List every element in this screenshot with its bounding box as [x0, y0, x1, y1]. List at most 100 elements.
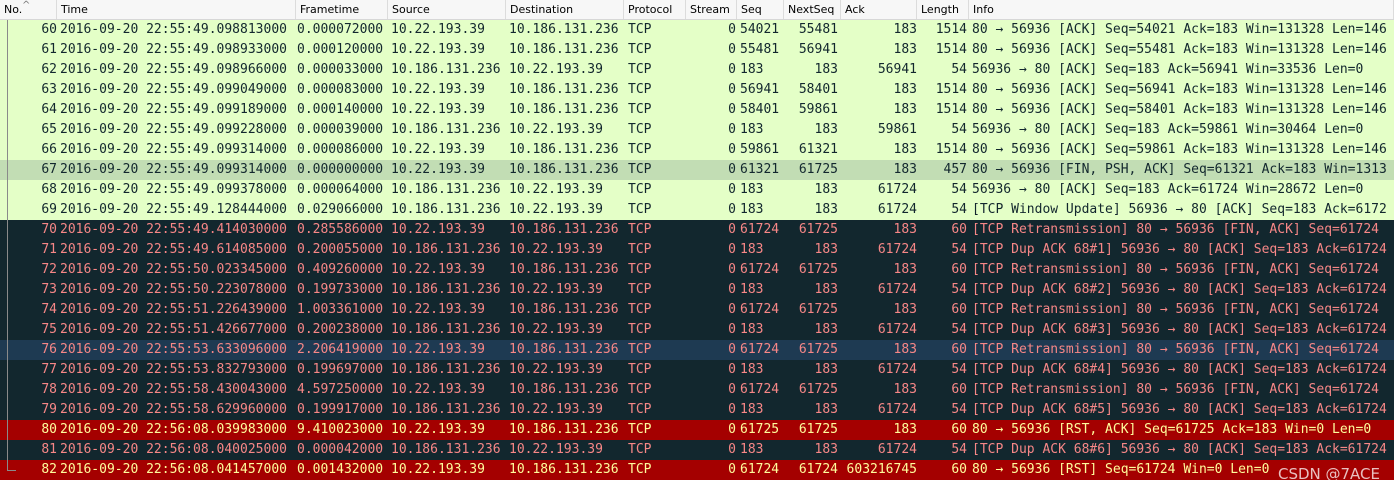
- cell-frametime: 0.000072000: [297, 22, 384, 37]
- cell-time: 2016-09-20 22:55:49.099314000: [60, 162, 287, 177]
- packet-row[interactable]: 67 2016-09-20 22:55:49.099314000 0.0000000…: [0, 160, 1394, 180]
- cell-ack: 183: [893, 422, 917, 437]
- cell-length: 54: [951, 182, 967, 197]
- packet-row[interactable]: 63 2016-09-20 22:55:49.099049000 0.0000830…: [0, 80, 1394, 100]
- cell-stream: 0: [728, 202, 736, 217]
- cell-ack: 61724: [877, 202, 917, 217]
- cell-destination: 10.186.131.236: [509, 82, 619, 97]
- cell-protocol: TCP: [628, 242, 652, 257]
- cell-ack: 603216745: [846, 462, 917, 477]
- packet-row[interactable]: 73 2016-09-20 22:55:50.223078000 0.1997330…: [0, 280, 1394, 300]
- packet-row[interactable]: 72 2016-09-20 22:55:50.023345000 0.4092600…: [0, 260, 1394, 280]
- packet-row[interactable]: 80 2016-09-20 22:56:08.039983000 9.4100230…: [0, 420, 1394, 440]
- cell-time: 2016-09-20 22:55:49.414030000: [60, 222, 287, 237]
- column-header-frametime[interactable]: Frametime: [296, 0, 388, 19]
- column-header-time[interactable]: Time: [57, 0, 296, 19]
- packet-row[interactable]: 70 2016-09-20 22:55:49.414030000 0.2855860…: [0, 220, 1394, 240]
- packet-row[interactable]: 77 2016-09-20 22:55:53.832793000 0.1996970…: [0, 360, 1394, 380]
- cell-ack: 183: [893, 82, 917, 97]
- cell-length: 54: [951, 322, 967, 337]
- cell-time: 2016-09-20 22:55:50.023345000: [60, 262, 287, 277]
- cell-length: 60: [951, 342, 967, 357]
- column-header-no[interactable]: No.: [0, 0, 57, 19]
- cell-stream: 0: [728, 222, 736, 237]
- column-header-length[interactable]: Length: [917, 0, 969, 19]
- cell-no: 79: [41, 402, 57, 417]
- packet-row[interactable]: 78 2016-09-20 22:55:58.430043000 4.5972500…: [0, 380, 1394, 400]
- packet-row[interactable]: 68 2016-09-20 22:55:49.099378000 0.0000640…: [0, 180, 1394, 200]
- packet-row[interactable]: 62 2016-09-20 22:55:49.098966000 0.0000330…: [0, 60, 1394, 80]
- packet-list[interactable]: ^ No. Time Frametime Source Destination Proto…: [0, 0, 1394, 485]
- column-header-stream[interactable]: Stream: [686, 0, 737, 19]
- cell-no: 69: [41, 202, 57, 217]
- cell-time: 2016-09-20 22:55:51.426677000: [60, 322, 287, 337]
- cell-no: 65: [41, 122, 57, 137]
- cell-nextseq: 61725: [798, 302, 838, 317]
- cell-destination: 10.186.131.236: [509, 162, 619, 177]
- cell-no: 67: [41, 162, 57, 177]
- cell-no: 64: [41, 102, 57, 117]
- column-header-protocol[interactable]: Protocol: [624, 0, 686, 19]
- cell-source: 10.22.193.39: [391, 222, 485, 237]
- cell-length: 457: [943, 162, 967, 177]
- cell-no: 78: [41, 382, 57, 397]
- cell-destination: 10.186.131.236: [509, 102, 619, 117]
- packet-row[interactable]: 81 2016-09-20 22:56:08.040025000 0.0000420…: [0, 440, 1394, 460]
- cell-destination: 10.22.193.39: [509, 282, 603, 297]
- packet-row[interactable]: 64 2016-09-20 22:55:49.099189000 0.0001400…: [0, 100, 1394, 120]
- cell-destination: 10.22.193.39: [509, 242, 603, 257]
- packet-row[interactable]: 65 2016-09-20 22:55:49.099228000 0.0000390…: [0, 120, 1394, 140]
- column-header-source[interactable]: Source: [388, 0, 506, 19]
- cell-frametime: 0.409260000: [297, 262, 384, 277]
- packet-row[interactable]: 60 2016-09-20 22:55:49.098813000 0.0000720…: [0, 20, 1394, 40]
- cell-source: 10.22.193.39: [391, 302, 485, 317]
- cell-info: [TCP Window Update] 56936 → 80 [ACK] Seq…: [972, 202, 1387, 217]
- cell-info: 80 → 56936 [ACK] Seq=55481 Ack=183 Win=1…: [972, 42, 1387, 57]
- column-header-nextseq[interactable]: NextSeq: [784, 0, 841, 19]
- cell-nextseq: 183: [814, 62, 838, 77]
- packet-row[interactable]: 76 2016-09-20 22:55:53.633096000 2.2064190…: [0, 340, 1394, 360]
- packet-row[interactable]: 66 2016-09-20 22:55:49.099314000 0.0000860…: [0, 140, 1394, 160]
- cell-source: 10.22.193.39: [391, 42, 485, 57]
- cell-stream: 0: [728, 82, 736, 97]
- cell-frametime: 0.285586000: [297, 222, 384, 237]
- column-header-seq[interactable]: Seq: [737, 0, 784, 19]
- cell-seq: 61724: [740, 342, 780, 357]
- cell-frametime: 0.200055000: [297, 242, 384, 257]
- packet-row[interactable]: 69 2016-09-20 22:55:49.128444000 0.0290660…: [0, 200, 1394, 220]
- cell-destination: 10.22.193.39: [509, 442, 603, 457]
- cell-seq: 61724: [740, 222, 780, 237]
- packet-row[interactable]: 71 2016-09-20 22:55:49.614085000 0.2000550…: [0, 240, 1394, 260]
- cell-info: [TCP Retransmission] 80 → 56936 [FIN, AC…: [972, 222, 1379, 237]
- column-header-destination[interactable]: Destination: [506, 0, 624, 19]
- cell-source: 10.22.193.39: [391, 22, 485, 37]
- packet-row[interactable]: 75 2016-09-20 22:55:51.426677000 0.2002380…: [0, 320, 1394, 340]
- cell-source: 10.22.193.39: [391, 102, 485, 117]
- cell-nextseq: 61725: [798, 422, 838, 437]
- cell-source: 10.22.193.39: [391, 82, 485, 97]
- packet-row[interactable]: 79 2016-09-20 22:55:58.629960000 0.1999170…: [0, 400, 1394, 420]
- cell-ack: 61724: [877, 442, 917, 457]
- cell-nextseq: 61725: [798, 342, 838, 357]
- cell-stream: 0: [728, 162, 736, 177]
- packet-row[interactable]: 82 2016-09-20 22:56:08.041457000 0.0014320…: [0, 460, 1394, 480]
- packet-row[interactable]: 74 2016-09-20 22:55:51.226439000 1.0033610…: [0, 300, 1394, 320]
- cell-frametime: 0.000140000: [297, 102, 384, 117]
- cell-protocol: TCP: [628, 422, 652, 437]
- column-header-info[interactable]: Info: [969, 0, 1394, 19]
- cell-nextseq: 183: [814, 322, 838, 337]
- cell-time: 2016-09-20 22:55:49.099049000: [60, 82, 287, 97]
- cell-length: 54: [951, 202, 967, 217]
- packet-row[interactable]: 61 2016-09-20 22:55:49.098933000 0.0001200…: [0, 40, 1394, 60]
- cell-destination: 10.186.131.236: [509, 462, 619, 477]
- column-header-ack[interactable]: Ack: [841, 0, 917, 19]
- cell-length: 60: [951, 462, 967, 477]
- cell-ack: 183: [893, 222, 917, 237]
- cell-source: 10.186.131.236: [391, 362, 501, 377]
- cell-frametime: 9.410023000: [297, 422, 384, 437]
- cell-protocol: TCP: [628, 402, 652, 417]
- cell-protocol: TCP: [628, 282, 652, 297]
- cell-no: 60: [41, 22, 57, 37]
- cell-seq: 56941: [740, 82, 780, 97]
- cell-source: 10.22.193.39: [391, 142, 485, 157]
